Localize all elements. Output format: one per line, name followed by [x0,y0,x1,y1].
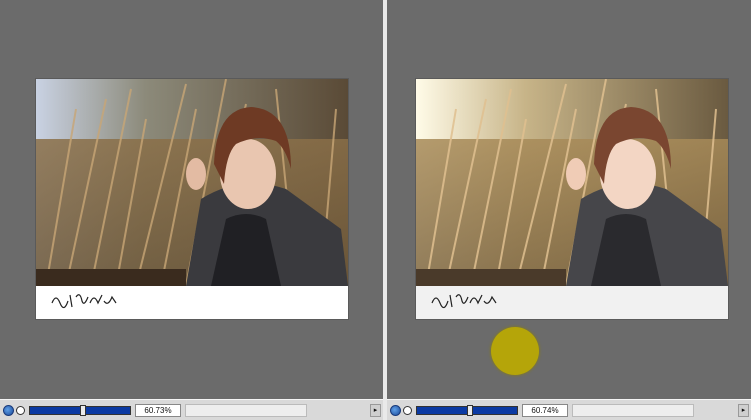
zoom-slider[interactable] [29,404,131,416]
portrait-photo-original [36,79,348,286]
photo-document-after[interactable] [416,79,728,319]
photo-document-before[interactable] [36,79,348,319]
globe-icon[interactable] [390,404,401,416]
brush-cursor [491,327,539,375]
scroll-right-arrow-icon[interactable]: ▸ [370,403,381,417]
scroll-right-arrow-icon[interactable]: ▸ [738,403,749,417]
magnifier-icon[interactable] [403,405,412,415]
canvas-pane-after[interactable] [387,0,751,400]
horizontal-scrollbar[interactable] [185,403,307,417]
zoom-slider[interactable] [416,404,518,416]
canvas-pane-before[interactable] [0,0,383,400]
globe-icon[interactable] [3,404,14,416]
zoom-level-field[interactable]: 60.73% [135,403,181,417]
portrait-photo-adjusted [416,79,728,286]
statusbar-after: 60.74% ▸ [387,399,751,420]
signature-logo [431,294,497,309]
signature-logo [51,294,117,309]
horizontal-scrollbar[interactable] [572,403,694,417]
magnifier-icon[interactable] [16,405,25,415]
statusbar-before: 60.73% ▸ [0,399,383,420]
zoom-level-field[interactable]: 60.74% [522,403,568,417]
